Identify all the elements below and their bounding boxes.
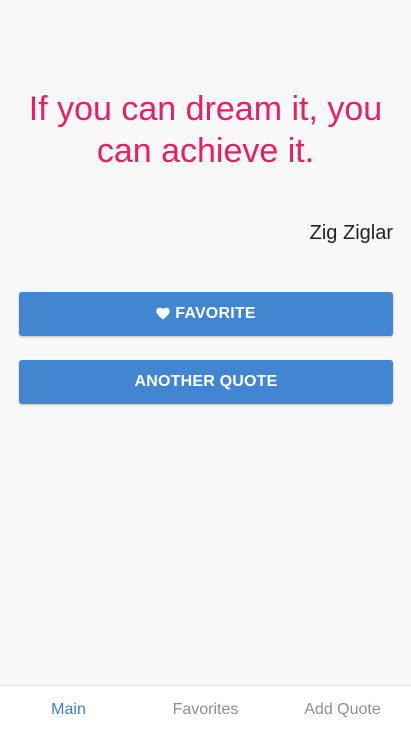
tab-main-label: Main xyxy=(51,701,86,718)
quote-author: Zig Ziglar xyxy=(309,222,393,244)
favorite-button[interactable]: FAVORITE xyxy=(19,292,393,336)
quote-text: If you can dream it, you can achieve it. xyxy=(28,90,383,170)
heart-icon xyxy=(156,307,170,320)
favorite-button-label: FAVORITE xyxy=(175,305,256,322)
another-quote-button[interactable]: ANOTHER QUOTE xyxy=(19,360,393,404)
another-quote-button-label: ANOTHER QUOTE xyxy=(134,373,278,390)
tab-favorites-label: Favorites xyxy=(172,701,239,718)
tab-favorites[interactable]: Favorites xyxy=(137,686,274,734)
bottom-tab-bar: Main Favorites Add Quote xyxy=(0,685,411,734)
tab-add-quote-label: Add Quote xyxy=(304,701,381,718)
main-screen: If you can dream it, you can achieve it.… xyxy=(0,0,411,685)
tab-add-quote[interactable]: Add Quote xyxy=(274,686,411,734)
tab-main[interactable]: Main xyxy=(0,686,137,734)
